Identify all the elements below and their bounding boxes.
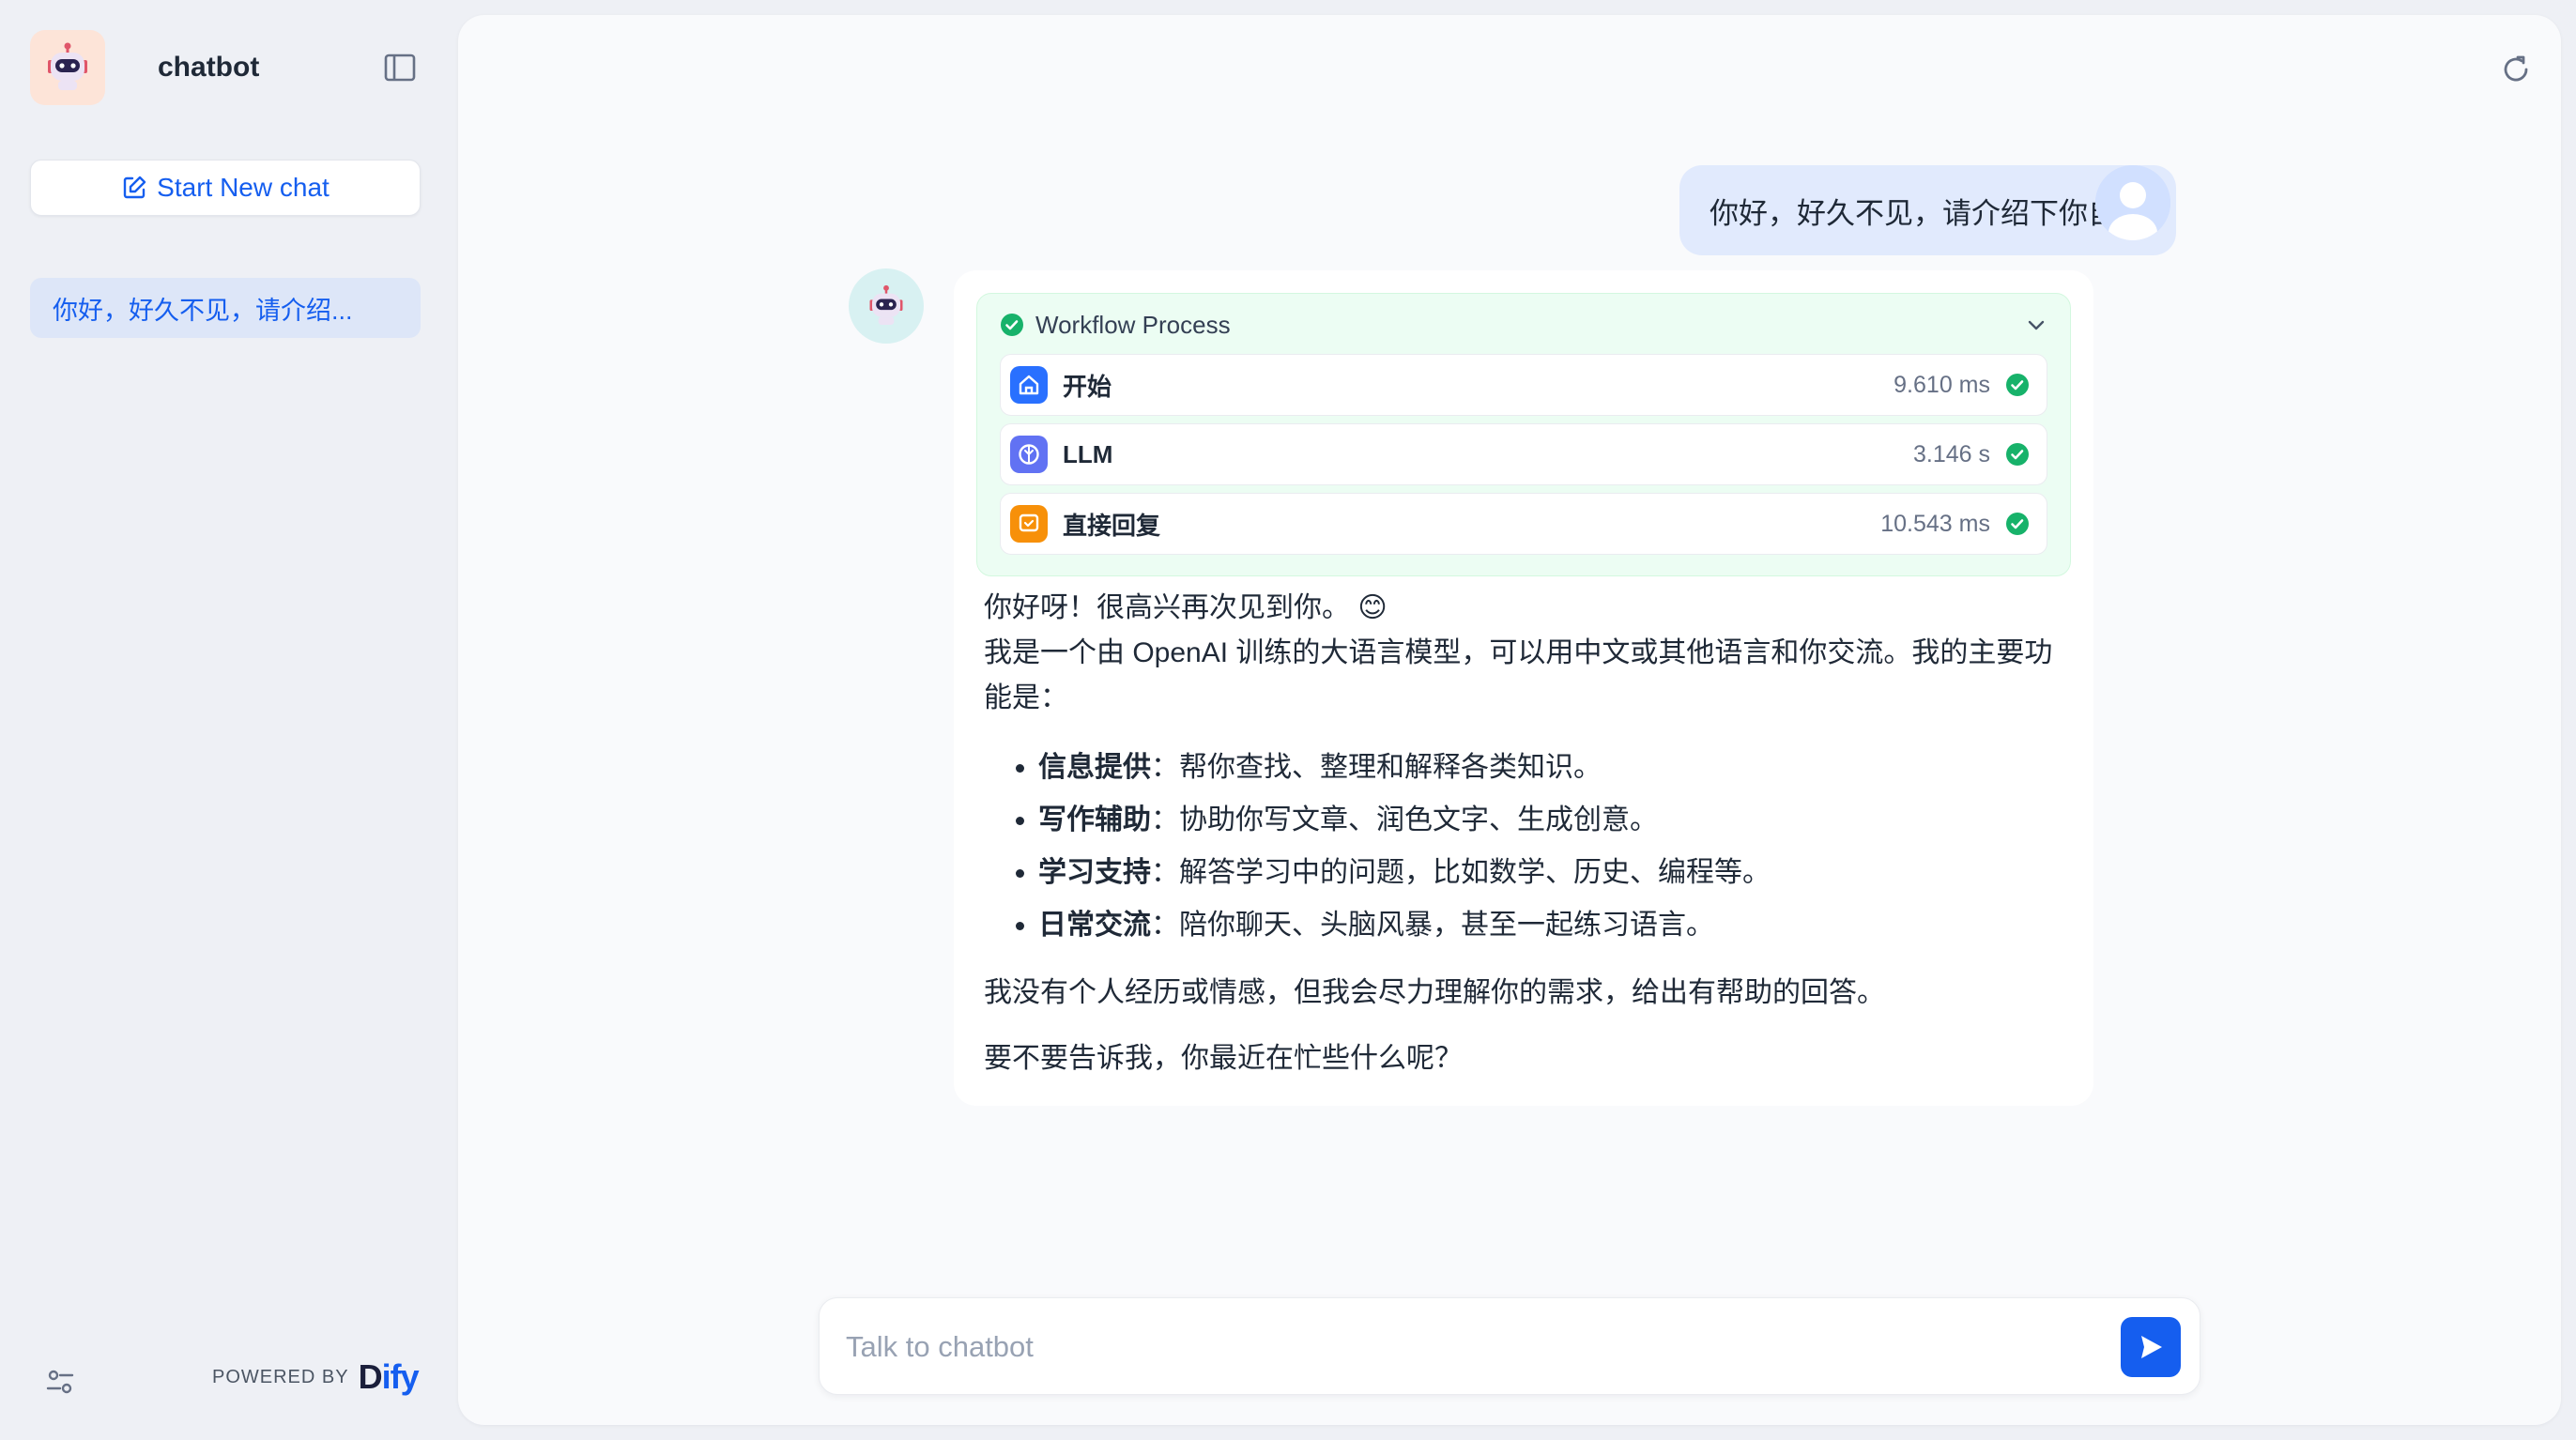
workflow-process-panel: Workflow Process 开始 9.610 ms LLM 3.146 s… — [976, 293, 2071, 576]
workflow-node-time: 9.610 ms — [1894, 371, 1990, 398]
workflow-node-start[interactable]: 开始 9.610 ms — [1000, 354, 2047, 416]
start-new-chat-button[interactable]: Start New chat — [30, 160, 421, 216]
workflow-node-time: 10.543 ms — [1880, 510, 1990, 537]
chevron-down-icon — [2028, 320, 2045, 330]
settings-sliders-icon — [46, 1370, 74, 1394]
answer-icon — [1010, 505, 1048, 543]
workflow-node-answer[interactable]: 直接回复 10.543 ms — [1000, 493, 2047, 555]
answer-feature-list: 信息提供：帮你查找、整理和解释各类知识。 写作辅助：协助你写文章、润色文字、生成… — [984, 742, 2071, 952]
workflow-process-title: Workflow Process — [1035, 310, 1231, 339]
workflow-node-title: LLM — [1063, 439, 1113, 468]
user-avatar-icon — [2095, 165, 2170, 240]
chat-input-box — [819, 1297, 2200, 1395]
bot-avatar-icon — [849, 268, 924, 344]
sidebar: chatbot Start New chat 你好，好久不见，请介绍... PO… — [0, 0, 458, 1440]
robot-logo-icon — [30, 30, 105, 105]
bot-answer-text: 你好呀！很高兴再次见到你。 😊 我是一个由 OpenAI 训练的大语言模型，可以… — [976, 586, 2071, 1081]
workflow-node-llm[interactable]: LLM 3.146 s — [1000, 423, 2047, 485]
app-header: chatbot — [30, 30, 424, 105]
feature-desc: ：陪你聊天、头脑风暴，甚至一起练习语言。 — [1151, 910, 1714, 941]
powered-by-label: POWERED BY — [212, 1366, 349, 1387]
check-circle-icon — [2006, 513, 2029, 535]
workflow-node-title: 直接回复 — [1063, 511, 1161, 540]
dify-logo: Dify — [358, 1357, 420, 1396]
feature-title: 写作辅助 — [1038, 804, 1151, 835]
smile-emoji: 😊 — [1357, 592, 1388, 623]
answer-intro: 我是一个由 OpenAI 训练的大语言模型，可以用中文或其他语言和你交流。我的主… — [984, 637, 2053, 713]
feature-title: 学习支持 — [1038, 857, 1151, 888]
chat-input[interactable] — [846, 1319, 2066, 1375]
check-circle-icon — [2006, 374, 2029, 396]
answer-greeting-text: 你好呀！很高兴再次见到你。 — [984, 592, 1350, 623]
start-new-chat-label: Start New chat — [157, 173, 330, 202]
check-circle-icon — [2006, 443, 2029, 466]
feature-title: 日常交流 — [1038, 910, 1151, 941]
bot-message: Workflow Process 开始 9.610 ms LLM 3.146 s… — [954, 270, 2093, 1106]
sidebar-toggle-button[interactable] — [381, 49, 419, 86]
send-icon — [2141, 1336, 2162, 1358]
check-circle-icon — [1001, 314, 1023, 336]
list-item: 写作辅助：协助你写文章、润色文字、生成创意。 — [1012, 794, 2071, 847]
conversation-item[interactable]: 你好，好久不见，请介绍... — [30, 278, 421, 338]
home-icon — [1010, 366, 1048, 404]
chat-panel: 你好，好久不见，请介绍下你自己 Workflow Process 开始 9.61… — [458, 15, 2561, 1425]
answer-disclaimer: 我没有个人经历或情感，但我会尽力理解你的需求，给出有帮助的回答。 — [984, 977, 1885, 1008]
powered-by: POWERED BY Dify — [212, 1357, 420, 1397]
refresh-icon — [2504, 55, 2528, 82]
app-name: chatbot — [158, 52, 260, 83]
feature-desc: ：协助你写文章、润色文字、生成创意。 — [1151, 804, 1658, 835]
edit-icon — [123, 176, 146, 199]
list-item: 学习支持：解答学习中的问题，比如数学、历史、编程等。 — [1012, 847, 2071, 899]
refresh-button[interactable] — [2493, 47, 2538, 92]
workflow-node-time: 3.146 s — [1912, 440, 1990, 467]
workflow-process-toggle[interactable]: Workflow Process — [1000, 303, 2047, 346]
list-item: 信息提供：帮你查找、整理和解释各类知识。 — [1012, 742, 2071, 794]
settings-button[interactable] — [41, 1363, 79, 1401]
list-item: 日常交流：陪你聊天、头脑风暴，甚至一起练习语言。 — [1012, 899, 2071, 952]
workflow-node-title: 开始 — [1063, 372, 1112, 401]
llm-icon — [1010, 436, 1048, 473]
answer-greeting: 你好呀！很高兴再次见到你。 😊 — [984, 586, 2071, 631]
send-button[interactable] — [2121, 1317, 2181, 1377]
sidebar-panel-icon — [384, 54, 416, 82]
conversation-title: 你好，好久不见，请介绍... — [53, 296, 353, 325]
feature-desc: ：帮你查找、整理和解释各类知识。 — [1151, 752, 1602, 783]
feature-desc: ：解答学习中的问题，比如数学、历史、编程等。 — [1151, 857, 1771, 888]
answer-question: 要不要告诉我，你最近在忙些什么呢？ — [984, 1043, 1463, 1074]
feature-title: 信息提供 — [1038, 752, 1151, 783]
